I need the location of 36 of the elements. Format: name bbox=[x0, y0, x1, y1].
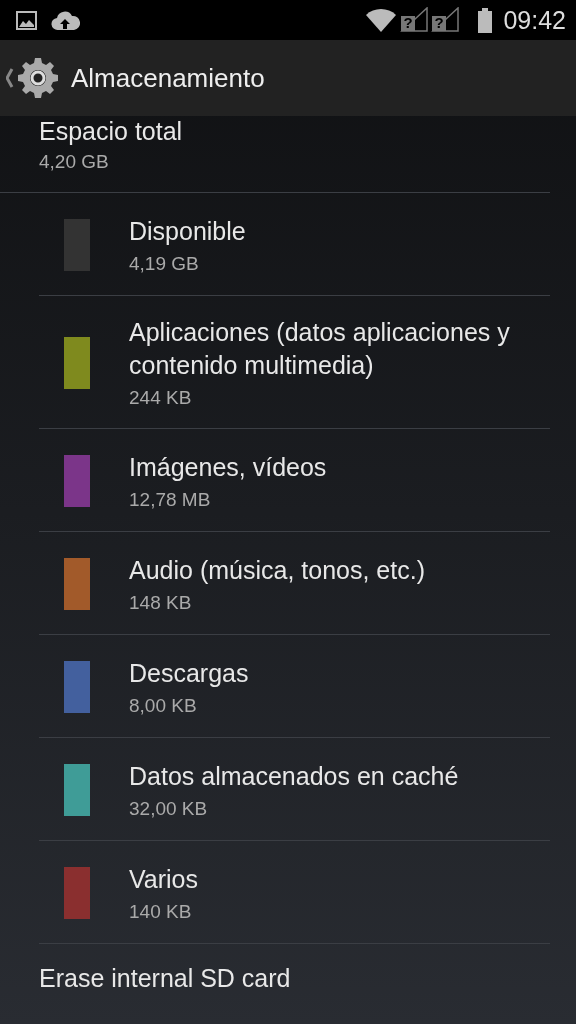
category-name: Audio (música, tonos, etc.) bbox=[129, 554, 426, 586]
storage-category-row[interactable]: Varios 140 KB bbox=[39, 841, 550, 944]
erase-option[interactable]: Erase internal SD card bbox=[0, 944, 576, 993]
category-name: Imágenes, vídeos bbox=[129, 451, 328, 483]
storage-category-row[interactable]: Descargas 8,00 KB bbox=[39, 635, 550, 738]
item-value: 4,20 GB bbox=[39, 150, 110, 174]
wifi-icon bbox=[365, 7, 398, 33]
category-size: 8,00 KB bbox=[129, 693, 198, 718]
clock-time: 09:42 bbox=[503, 5, 566, 35]
question-mark: ? bbox=[403, 14, 413, 31]
storage-category-row[interactable]: Audio (música, tonos, etc.) 148 KB bbox=[39, 532, 550, 635]
cloud-upload-icon bbox=[51, 9, 80, 31]
category-size: 32,00 KB bbox=[129, 796, 209, 821]
category-name: Disponible bbox=[129, 215, 247, 247]
category-size: 12,78 MB bbox=[129, 487, 212, 512]
back-caret-icon bbox=[6, 68, 14, 88]
category-size: 244 KB bbox=[129, 386, 193, 410]
storage-category-row[interactable]: Disponible 4,19 GB bbox=[39, 193, 550, 296]
category-size: 4,19 GB bbox=[129, 251, 200, 276]
settings-icon bbox=[16, 56, 60, 100]
category-name: Varios bbox=[129, 863, 199, 895]
category-size: 148 KB bbox=[129, 590, 193, 615]
item-title: Espacio total bbox=[39, 116, 184, 146]
category-size: 140 KB bbox=[129, 899, 193, 924]
storage-category-row[interactable]: Datos almacenados en caché 32,00 KB bbox=[39, 738, 550, 841]
category-name: Aplicaciones (datos aplicaciones y contenido multimedia) bbox=[129, 317, 511, 381]
screen-title: Almacenamiento bbox=[71, 62, 265, 94]
storage-category-row[interactable]: Imágenes, vídeos 12,78 MB bbox=[39, 429, 550, 532]
sim-signal-icon bbox=[431, 7, 460, 33]
sim-signal-icon bbox=[400, 7, 429, 33]
image-icon bbox=[16, 10, 37, 30]
category-name: Descargas bbox=[129, 657, 250, 689]
question-mark: ? bbox=[434, 14, 444, 31]
category-name: Datos almacenados en caché bbox=[129, 760, 460, 792]
battery-icon bbox=[478, 7, 493, 33]
storage-category-row[interactable]: Aplicaciones (datos aplicaciones y contenido multimedia) 244 KB bbox=[39, 296, 550, 429]
